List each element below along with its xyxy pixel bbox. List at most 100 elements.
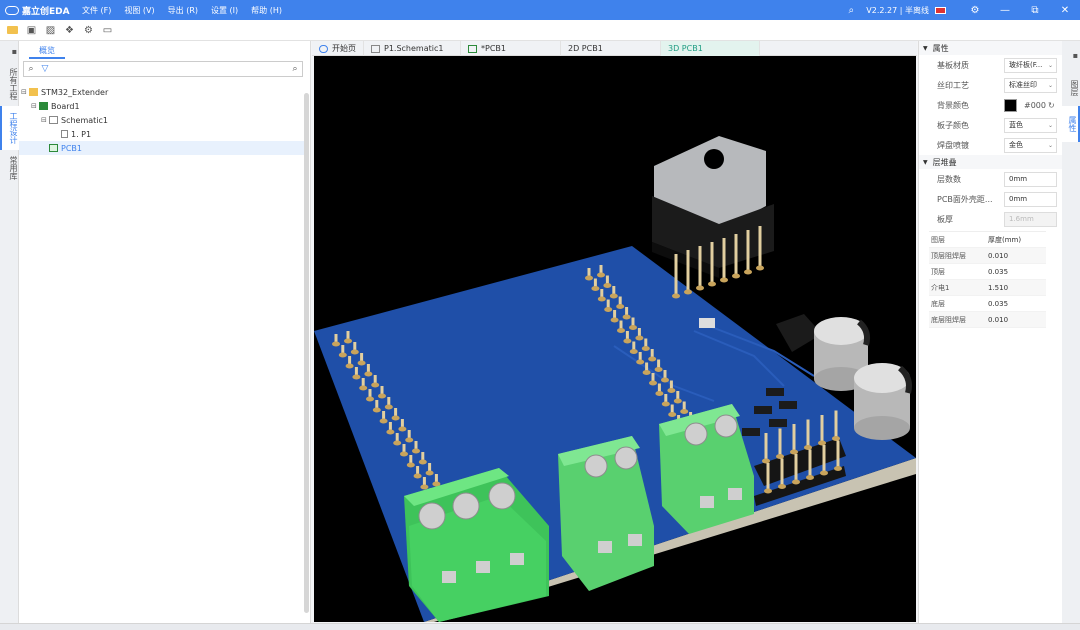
menu-export[interactable]: 导出 (R) [168,5,198,16]
folder-icon [7,26,18,34]
cloud-icon [5,5,19,15]
pin-pad [398,426,407,432]
tab-project-design[interactable]: 工程设计 [0,106,19,150]
project-search-input[interactable] [52,62,288,76]
cloud-icon [319,44,328,53]
tab-label: 开始页 [332,44,356,53]
open-folder-button[interactable] [3,23,22,38]
tab-pcb-3d[interactable]: 3D PCB1 [661,41,760,56]
pin-pad [372,407,381,413]
pin-pad [806,475,814,480]
window-button[interactable]: ▭ [98,23,117,38]
tab-overview[interactable]: 概览 [29,45,65,59]
pin-pad [379,418,388,424]
layer-name: 顶层 [931,267,945,276]
project-scrollbar[interactable] [304,93,309,613]
app-logo: 嘉立创EDA [0,4,82,17]
board-color-select[interactable]: 蓝色 ⌄ [1004,117,1057,133]
reset-icon[interactable]: ↻ [1048,101,1055,110]
save-button[interactable]: ▣ [22,23,41,38]
menu-view[interactable]: 视图 (V) [124,5,154,16]
layer-gap-input[interactable]: 0mm [1004,171,1057,187]
pin-pad [661,377,669,383]
silkscreen-select[interactable]: 标准丝印 ⌄ [1004,77,1057,93]
select-value: 金色 [1009,141,1023,149]
3d-viewport[interactable] [314,56,916,622]
prop-label: PCB面外壳距... [937,194,993,204]
pin-pad [371,382,380,388]
tab-common-library[interactable]: 常用库 [0,150,19,186]
prop-pcb-distance: PCB面外壳距... 0mm [919,189,1062,209]
tab-layers[interactable]: 图层 [1062,70,1080,106]
settings-button[interactable]: ⚙ [79,23,98,38]
table-row: 底层 0.035 [929,296,1046,312]
minimize-icon[interactable]: — [990,5,1020,16]
collapse-icon[interactable]: ⊟ [21,88,29,96]
tree-node-schematic[interactable]: ⊟ Schematic1 [19,113,304,127]
tab-all-projects[interactable]: 所有工程 [0,62,19,106]
search-icon[interactable]: ⌕ [836,5,866,16]
menu-file[interactable]: 文件 (F) [82,5,111,16]
tree-node-project[interactable]: ⊟ STM32_Extender [19,85,304,99]
search-submit-icon[interactable]: ⌕ [288,64,302,74]
tab-properties[interactable]: 属性 [1062,106,1080,142]
stackup-section-header[interactable]: ▼ 层堆叠 [919,155,1062,169]
pin-pad [680,409,689,414]
menu-help[interactable]: 帮助 (H) [251,5,282,16]
tab-label: 3D PCB1 [668,44,703,53]
tab-start-page[interactable]: 开始页 [312,41,364,56]
pin-pad [350,349,359,355]
substrate-select[interactable]: 玻纤板(F... ⌄ [1004,57,1057,73]
menu-settings[interactable]: 设置 (I) [211,5,238,16]
tree-node-page[interactable]: 1. P1 [19,127,304,141]
pin-pad [610,317,619,323]
pin-pad [762,458,770,464]
prop-background-color: 背景颜色 #000 ↻ [919,95,1062,115]
prop-label: 板子颜色 [937,120,969,130]
layer-thickness: 0.035 [988,299,1009,308]
pin-pad [732,273,740,279]
select-value: 玻纤板(F... [1009,61,1043,69]
prop-silkscreen: 丝印工艺 标准丝印 ⌄ [919,75,1062,95]
pcb-distance-input[interactable]: 0mm [1004,191,1057,207]
color-value: #000 [1024,100,1046,110]
pad-plating-select[interactable]: 金色 ⌄ [1004,137,1057,153]
language-flag-icon[interactable] [935,6,946,14]
project-panel: 概览 ⌕ ▽ ⌕ ⊟ STM32_Extender ⊟ Board1 ⊟ Sch… [19,41,311,623]
project-search-bar: ⌕ ▽ ⌕ [23,61,303,77]
pin-icon[interactable]: ▪ [1062,41,1080,70]
close-icon[interactable]: ✕ [1050,5,1080,16]
tree-node-board[interactable]: ⊟ Board1 [19,99,304,113]
search-icon[interactable]: ⌕ [24,64,38,74]
tab-pcb[interactable]: *PCB1 [461,41,561,56]
restore-icon[interactable]: ⧉ [1020,5,1050,16]
image-button[interactable]: ▨ [41,23,60,38]
properties-section-header[interactable]: ▼ 属性 [919,41,1062,55]
table-row: 底层阻焊层 0.010 [929,312,1046,328]
tree-node-label: 1. P1 [71,129,92,139]
pin-pad [818,440,826,446]
tab-schematic[interactable]: P1.Schematic1 [364,41,461,56]
select-value: 蓝色 [1009,121,1023,129]
title-bar: 嘉立创EDA 文件 (F) 视图 (V) 导出 (R) 设置 (I) 帮助 (H… [0,0,1080,20]
tree-node-pcb[interactable]: PCB1 [19,141,304,155]
pin-pad [661,401,670,407]
tree-node-label: PCB1 [61,143,82,153]
pin-pad [654,367,663,372]
chevron-down-icon: ⌄ [1047,141,1053,149]
column-header: 厚度(mm) [988,235,1022,244]
collapse-icon[interactable]: ⊟ [41,116,49,124]
pin-pad [405,437,414,443]
color-swatch[interactable] [1004,98,1017,112]
pin-pad [636,359,645,365]
tab-pcb-2d[interactable]: 2D PCB1 [561,41,661,56]
board-icon [39,102,48,110]
collapse-icon[interactable]: ⊟ [31,102,39,110]
tab-label: *PCB1 [481,44,506,53]
filter-icon[interactable]: ▽ [38,64,52,74]
document-tabs: 开始页 P1.Schematic1 *PCB1 2D PCB1 3D PCB1 [312,41,917,56]
pin-pad [764,488,772,494]
library-button[interactable]: ❖ [60,23,79,38]
gear-icon[interactable]: ⚙ [960,5,990,16]
pin-icon[interactable]: ▪ [0,41,19,62]
